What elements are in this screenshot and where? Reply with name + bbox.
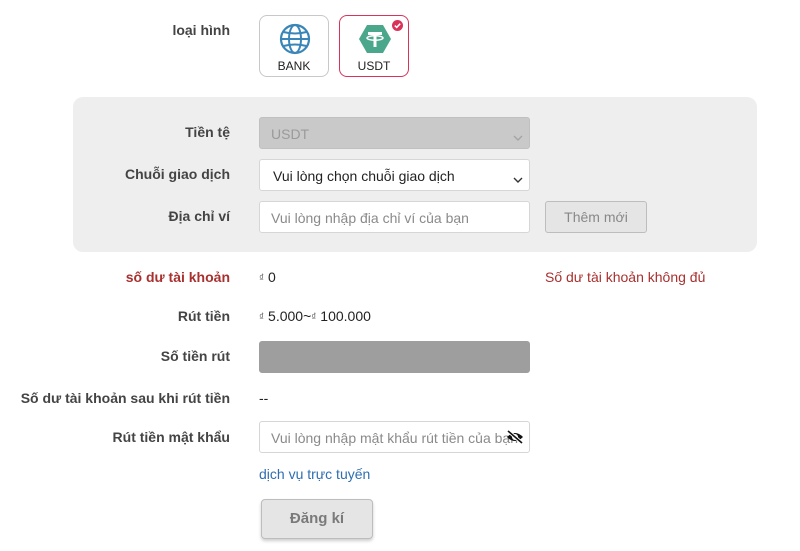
withdraw-range-value: ₫ 5.000~₫ 100.000 — [259, 308, 371, 324]
type-option-usdt-label: USDT — [357, 59, 391, 73]
withdraw-password-placeholder: Vui lòng nhập mật khẩu rút tiền của bạn — [271, 430, 518, 446]
insufficient-balance-warning: Số dư tài khoản không đủ — [545, 269, 706, 285]
withdraw-min: 5.000 — [268, 308, 304, 324]
type-label: loại hình — [172, 22, 230, 38]
wallet-address-placeholder: Vui lòng nhập địa chỉ ví của bạn — [271, 210, 469, 226]
withdraw-range-label: Rút tiền — [177, 308, 230, 324]
withdraw-password-input[interactable]: Vui lòng nhập mật khẩu rút tiền của bạn — [259, 421, 530, 453]
dong-symbol: ₫ — [311, 312, 317, 323]
type-option-usdt[interactable]: USDT — [339, 15, 409, 77]
dong-symbol: ₫ — [259, 312, 265, 323]
amount-input[interactable] — [259, 341, 530, 373]
online-support-link[interactable]: dịch vụ trực tuyến — [259, 466, 370, 482]
currency-select[interactable]: USDT — [259, 117, 530, 149]
chevron-down-icon — [513, 129, 523, 141]
globe-icon — [278, 22, 312, 56]
type-option-bank-label: BANK — [277, 59, 311, 73]
withdraw-password-label: Rút tiền mật khẩu — [112, 429, 230, 445]
currency-select-value: USDT — [271, 126, 310, 142]
after-balance-value: -- — [259, 390, 269, 406]
add-wallet-button[interactable]: Thêm mới — [545, 201, 647, 233]
tether-icon — [358, 22, 392, 56]
balance-amount: 0 — [268, 269, 276, 285]
eye-slash-icon[interactable] — [506, 429, 524, 445]
chain-select-value: Vui lòng chọn chuỗi giao dịch — [273, 168, 455, 184]
dong-symbol: ₫ — [259, 273, 265, 284]
wallet-address-label: Địa chỉ ví — [168, 208, 230, 224]
check-icon — [392, 20, 403, 31]
currency-label: Tiền tệ — [185, 124, 230, 140]
chain-label: Chuỗi giao dịch — [125, 166, 230, 182]
wallet-address-input[interactable]: Vui lòng nhập địa chỉ ví của bạn — [259, 201, 530, 233]
chevron-down-icon — [513, 171, 523, 183]
type-option-bank[interactable]: BANK — [259, 15, 329, 77]
amount-label: Số tiền rút — [160, 348, 230, 364]
withdraw-max: 100.000 — [320, 308, 371, 324]
balance-label: số dư tài khoản — [125, 269, 230, 285]
after-balance-label: Số dư tài khoản sau khi rút tiền — [20, 390, 230, 406]
submit-button[interactable]: Đăng kí — [261, 499, 373, 539]
balance-value: ₫ 0 — [259, 269, 276, 285]
chain-select[interactable]: Vui lòng chọn chuỗi giao dịch — [259, 159, 530, 191]
